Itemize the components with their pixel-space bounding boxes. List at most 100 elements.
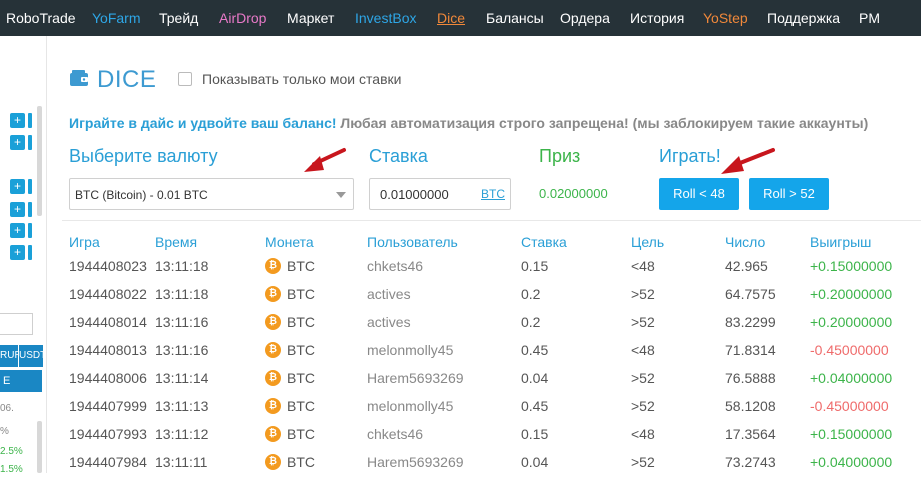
sidebar-balance-bar — [28, 202, 32, 217]
column-header-game[interactable]: Игра — [69, 234, 100, 250]
cell-win: +0.04000000 — [810, 370, 893, 386]
cell-user[interactable]: melonmolly45 — [367, 341, 453, 359]
bitcoin-icon: ₿ — [265, 286, 281, 302]
nav-balances[interactable]: Балансы — [486, 0, 544, 36]
cell-time: 13:11:16 — [155, 314, 209, 330]
sidebar-plus-button[interactable]: + — [10, 202, 25, 217]
sidebar-plus-button[interactable]: + — [10, 113, 25, 128]
nav-market[interactable]: Маркет — [287, 0, 334, 36]
cell-target: >52 — [631, 314, 655, 330]
nav-support[interactable]: Поддержка — [767, 0, 840, 36]
cell-user[interactable]: melonmolly45 — [367, 397, 453, 415]
nav-pm[interactable]: PM — [859, 0, 880, 36]
cell-user[interactable]: chkets46 — [367, 425, 423, 443]
column-header-stake[interactable]: Ставка — [521, 234, 567, 250]
cell-game[interactable]: 1944407999 — [69, 397, 147, 415]
cell-target: >52 — [631, 454, 655, 470]
annotation-arrow-icon — [304, 148, 346, 172]
annotation-arrow-icon — [721, 148, 775, 174]
cell-time: 13:11:18 — [155, 258, 209, 274]
column-header-win[interactable]: Выигрыш — [810, 234, 871, 250]
only-mine-checkbox[interactable] — [178, 72, 192, 86]
cell-number: 76.5888 — [725, 370, 776, 386]
cell-user[interactable]: chkets46 — [367, 257, 423, 275]
column-header-target[interactable]: Цель — [631, 234, 664, 250]
bitcoin-icon: ₿ — [265, 258, 281, 274]
stake-currency-link[interactable]: BTC — [481, 179, 505, 209]
cell-time: 13:11:11 — [155, 454, 208, 470]
cell-coin: BTC — [287, 342, 315, 358]
cell-user[interactable]: actives — [367, 285, 411, 303]
cell-game[interactable]: 1944408022 — [69, 285, 147, 303]
cell-time: 13:11:18 — [155, 286, 209, 302]
roll-high-button[interactable]: Roll > 52 — [749, 178, 829, 210]
nav-yofarm[interactable]: YoFarm — [92, 0, 141, 36]
cell-win: -0.45000000 — [810, 342, 889, 358]
cell-coin: BTC — [287, 286, 315, 302]
nav-investbox[interactable]: InvestBox — [355, 0, 416, 36]
column-header-coin[interactable]: Монета — [265, 234, 314, 250]
table-row: ₿ 1944408022 13:11:18 BTC actives 0.2 >52 64.75… — [0, 285, 921, 313]
cell-target: >52 — [631, 398, 655, 414]
nav-orders[interactable]: Ордера — [560, 0, 610, 36]
cell-game[interactable]: 1944408013 — [69, 341, 147, 359]
nav-trade[interactable]: Трейд — [159, 0, 198, 36]
sidebar-balance-bar — [28, 113, 32, 128]
stake-input[interactable]: 0.01000000 BTC — [369, 178, 511, 210]
sidebar-plus-button[interactable]: + — [10, 179, 25, 194]
cell-stake: 0.15 — [521, 426, 549, 442]
cell-stake: 0.45 — [521, 342, 549, 358]
cell-stake: 0.04 — [521, 370, 549, 386]
column-header-user[interactable]: Пользователь — [367, 234, 458, 250]
cell-stake: 0.2 — [521, 314, 541, 330]
cell-game[interactable]: 1944407984 — [69, 453, 147, 471]
roll-low-button[interactable]: Roll < 48 — [659, 178, 739, 210]
cell-game[interactable]: 1944408006 — [69, 369, 147, 387]
nav-dice[interactable]: Dice — [437, 0, 465, 36]
cell-win: +0.15000000 — [810, 426, 893, 442]
nav-history[interactable]: История — [630, 0, 684, 36]
sidebar-balance-bar — [28, 223, 32, 238]
chevron-down-icon — [336, 192, 346, 198]
column-header-time[interactable]: Время — [155, 234, 197, 250]
cell-target: >52 — [631, 286, 655, 302]
prize-value: 0.02000000 — [539, 186, 608, 201]
cell-target: <48 — [631, 258, 655, 274]
cell-stake: 0.15 — [521, 258, 549, 274]
cell-game[interactable]: 1944408014 — [69, 313, 147, 331]
cell-target: <48 — [631, 342, 655, 358]
cell-target: >52 — [631, 370, 655, 386]
cell-game[interactable]: 1944408023 — [69, 257, 147, 275]
bitcoin-icon: ₿ — [265, 370, 281, 386]
table-row: ₿ 1944408013 13:11:16 BTC melonmolly45 0.45 <4… — [0, 341, 921, 369]
cell-user[interactable]: Harem5693269 — [367, 453, 464, 471]
bitcoin-icon: ₿ — [265, 342, 281, 358]
cell-stake: 0.04 — [521, 454, 549, 470]
sidebar-plus-button[interactable]: + — [10, 135, 25, 150]
cell-win: +0.04000000 — [810, 454, 893, 470]
sidebar-plus-button[interactable]: + — [10, 223, 25, 238]
cell-win: -0.45000000 — [810, 398, 889, 414]
play-label: Играть! — [659, 146, 721, 166]
column-header-number[interactable]: Число — [725, 234, 765, 250]
cell-number: 73.2743 — [725, 454, 776, 470]
sidebar-scrollbar[interactable] — [37, 106, 42, 216]
cell-user[interactable]: actives — [367, 313, 411, 331]
cell-win: +0.20000000 — [810, 314, 893, 330]
cell-time: 13:11:13 — [155, 398, 209, 414]
cell-time: 13:11:12 — [155, 426, 209, 442]
nav-airdrop[interactable]: AirDrop — [219, 0, 266, 36]
bitcoin-icon: ₿ — [265, 314, 281, 330]
cell-coin: BTC — [287, 258, 315, 274]
stake-label: Ставка — [369, 146, 428, 166]
cell-user[interactable]: Harem5693269 — [367, 369, 464, 387]
cell-number: 42.965 — [725, 258, 768, 274]
only-mine-label: Показывать только мои ставки — [202, 71, 402, 87]
bitcoin-icon: ₿ — [265, 398, 281, 414]
currency-select[interactable]: BTC (Bitcoin) - 0.01 BTC — [69, 178, 354, 210]
nav-yostep[interactable]: YoStep — [703, 0, 748, 36]
nav-robotrade[interactable]: RoboTrade — [6, 0, 76, 36]
table-row: ₿ 1944407993 13:11:12 BTC chkets46 0.15 <48 17.… — [0, 425, 921, 453]
cell-game[interactable]: 1944407993 — [69, 425, 147, 443]
cell-number: 58.1208 — [725, 398, 776, 414]
